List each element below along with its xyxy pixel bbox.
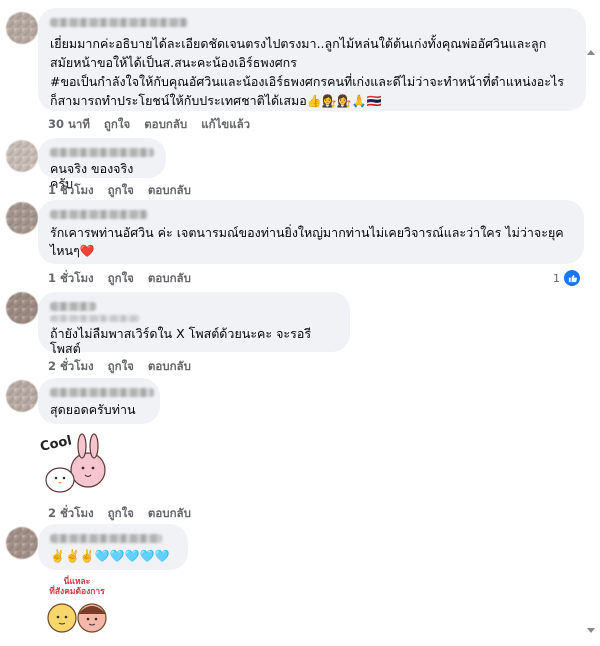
- avatar[interactable]: [6, 202, 38, 234]
- comment-bubble: ✌️✌️✌️🩵🩵🩵🩵🩵: [38, 524, 188, 570]
- avatar[interactable]: [6, 380, 38, 412]
- comment-text: รักเคารพท่านอัศวิน ค่ะ เจตนารมณ์ของท่านย…: [50, 225, 564, 258]
- comment-text: เยี่ยมมากค่ะอธิบายได้ละเอียดชัดเจนตรงไปต…: [50, 36, 564, 108]
- reply-button[interactable]: ตอบกลับ: [148, 505, 191, 523]
- commenter-name-blurred[interactable]: [50, 210, 148, 219]
- comment-time[interactable]: 2 ชั่วโมง: [48, 505, 94, 523]
- comment-time[interactable]: 30 นาที: [48, 116, 90, 134]
- comment-time[interactable]: 1 ชั่วโมง: [48, 182, 94, 200]
- sticker-text: Cool: [39, 433, 73, 454]
- like-button[interactable]: ถูกใจ: [108, 505, 134, 523]
- scrollbar[interactable]: [587, 0, 598, 642]
- comment-actions: 30 นาที ถูกใจ ตอบกลับ แก้ไขแล้ว: [48, 116, 250, 134]
- avatar[interactable]: [6, 140, 38, 172]
- comment-text: ✌️✌️✌️🩵🩵🩵🩵🩵: [50, 549, 170, 563]
- commenter-name-blurred[interactable]: [50, 302, 96, 311]
- comment-text: ถ้ายังไม่ลืมพาสเวิร์ดใน X โพสต์ด้วยนะคะ …: [50, 326, 312, 356]
- like-button[interactable]: ถูกใจ: [108, 270, 134, 288]
- reply-button[interactable]: ตอบกลับ: [148, 270, 191, 288]
- edited-label[interactable]: แก้ไขแล้ว: [201, 116, 250, 134]
- reply-button[interactable]: ตอบกลับ: [144, 116, 187, 134]
- sticker-image: Cool: [39, 433, 106, 493]
- comment-actions: 1 ชั่วโมง ถูกใจ ตอบกลับ: [48, 182, 191, 200]
- comment-bubble: คนจริง ของจริงครับ: [38, 138, 166, 191]
- reaction-count-number: 1: [553, 271, 560, 285]
- comment-text: สุดยอดครับท่าน: [50, 402, 136, 417]
- comment-bubble: สุดยอดครับท่าน: [38, 378, 160, 424]
- commenter-name-blurred[interactable]: [50, 388, 154, 397]
- comment-time[interactable]: 1 ชั่วโมง: [48, 270, 94, 288]
- comment-bubble: ถ้ายังไม่ลืมพาสเวิร์ดใน X โพสต์ด้วยนะคะ …: [38, 292, 350, 356]
- sticker-cool-bunny[interactable]: Cool: [38, 426, 110, 500]
- comment-time[interactable]: 2 ชั่วโมง: [48, 358, 94, 376]
- reply-button[interactable]: ตอบกลับ: [148, 358, 191, 376]
- like-button[interactable]: ถูกใจ: [108, 358, 134, 376]
- sticker-image: นี่แหละ ที่สังคมต้องการ: [47, 574, 107, 633]
- sticker-couple[interactable]: นี่แหละ ที่สังคมต้องการ: [38, 574, 116, 646]
- reaction-count[interactable]: 1: [553, 270, 580, 286]
- scroll-down-arrow-icon[interactable]: [587, 628, 595, 633]
- comment-actions: 2 ชั่วโมง ถูกใจ ตอบกลับ: [48, 358, 191, 376]
- scroll-up-arrow-icon[interactable]: [587, 50, 595, 55]
- commenter-name-blurred[interactable]: [50, 148, 154, 157]
- comment-bubble: เยี่ยมมากค่ะอธิบายได้ละเอียดชัดเจนตรงไปต…: [38, 8, 586, 111]
- commenter-subtitle-blurred: [50, 315, 140, 322]
- sticker-text-line1: นี่แหละ: [64, 574, 91, 587]
- comment-actions: 2 ชั่วโมง ถูกใจ ตอบกลับ: [48, 505, 191, 523]
- emoji-group: 👍👩‍⚖️👩‍⚖️🙏🇹🇭: [306, 94, 382, 108]
- like-button[interactable]: ถูกใจ: [108, 182, 134, 200]
- avatar[interactable]: [6, 527, 38, 559]
- thumbs-up-icon: [564, 270, 580, 286]
- comment-actions: 1 ชั่วโมง ถูกใจ ตอบกลับ: [48, 270, 191, 288]
- heart-icon: ❤️: [79, 244, 95, 258]
- commenter-name-blurred[interactable]: [50, 534, 162, 543]
- commenter-name-blurred[interactable]: [50, 18, 188, 27]
- avatar[interactable]: [6, 292, 38, 324]
- comment-bubble: รักเคารพท่านอัศวิน ค่ะ เจตนารมณ์ของท่านย…: [38, 200, 584, 264]
- reply-button[interactable]: ตอบกลับ: [148, 182, 191, 200]
- avatar[interactable]: [6, 12, 38, 44]
- like-button[interactable]: ถูกใจ: [104, 116, 130, 134]
